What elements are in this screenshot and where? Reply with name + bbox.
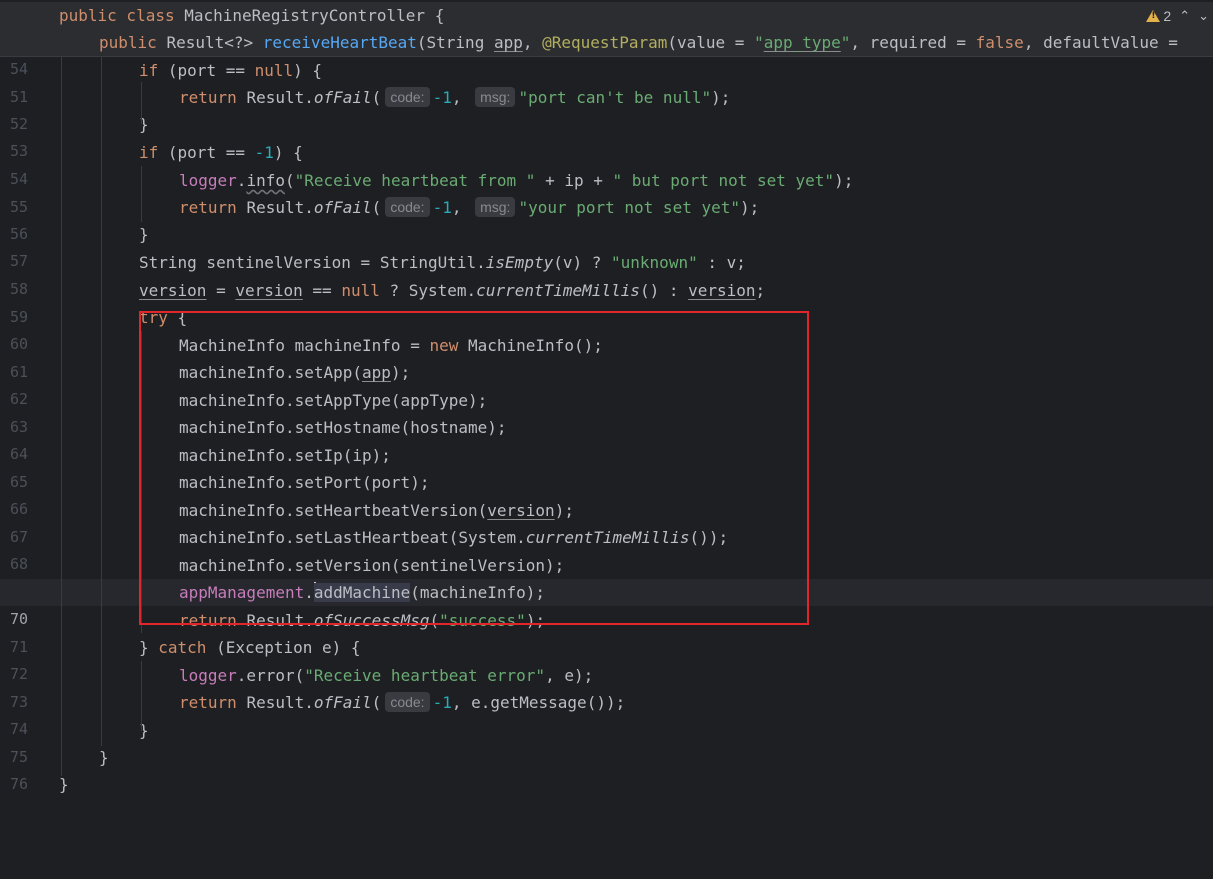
warning-triangle-icon — [1146, 10, 1161, 22]
code-line-row[interactable]: 52 return Result.ofFail(code:-1, msg:"po… — [0, 84, 1213, 133]
code-line: return Result.ofFail(code: -1, msg: "your … — [179, 197, 760, 217]
param-hint: code: — [385, 197, 430, 217]
chevron-up-icon[interactable]: ⌃ — [1179, 8, 1190, 24]
code-editor[interactable]: 2 ⌃ ⌄ 35 public class MachineRegistryCon… — [0, 0, 1213, 794]
code-line-row[interactable]: 75 } — [0, 717, 1213, 766]
warning-indicator[interactable]: 2 — [1146, 8, 1171, 24]
warning-count: 2 — [1163, 8, 1172, 24]
code-line: logger.info("Receive heartbeat from " + … — [179, 171, 854, 190]
code-line-row[interactable]: 58 String sentinelVersion = StringUtil.i… — [0, 249, 1213, 298]
code-line: version = version == null ? System.curre… — [139, 281, 766, 300]
param-hint: code: — [385, 692, 430, 712]
code-line: if (port == -1) { — [139, 143, 303, 162]
code-line: return Result.ofFail(code: -1, msg: "port … — [179, 87, 731, 107]
highlight-annotation-box — [139, 311, 809, 625]
code-line: public class MachineRegistryController { — [59, 6, 445, 25]
chevron-down-icon[interactable]: ⌄ — [1198, 8, 1209, 24]
code-line-row[interactable]: 57 } — [0, 221, 1213, 270]
param-hint: msg: — [475, 87, 516, 107]
code-line-row[interactable]: 51 if (port == null) { — [0, 57, 1213, 106]
code-line-row[interactable]: } — [0, 771, 1213, 798]
code-line: } catch (Exception e) { — [139, 638, 361, 657]
code-line-row[interactable]: 76 } — [0, 744, 1213, 793]
code-line-row[interactable]: 74 return Result.ofFail(code: -1, e.getMe… — [0, 689, 1213, 738]
code-line-row[interactable]: 54 if (port == -1) { — [0, 139, 1213, 188]
param-hint: msg: — [475, 197, 516, 217]
indent-guide — [141, 82, 142, 124]
code-line-row[interactable]: 55 logger.info("Receive heartbeat from "… — [0, 167, 1213, 216]
code-line: logger.error("Receive heartbeat error", … — [179, 666, 594, 685]
code-line-row[interactable]: 73 logger.error("Receive heartbeat error… — [0, 662, 1213, 711]
sticky-line-method-header[interactable]: 54 public Result<?> receiveHeartBeat(Str… — [0, 29, 1213, 78]
code-line: } — [139, 225, 149, 244]
indent-guide — [141, 661, 142, 731]
param-hint: code: — [385, 87, 430, 107]
code-line-row[interactable]: 72 } catch (Exception e) { — [0, 634, 1213, 683]
code-line: return Result.ofFail(code: -1, e.getMessa… — [179, 692, 626, 712]
code-line-row[interactable]: 59 version = version == null ? System.cu… — [0, 277, 1213, 326]
sticky-line-class-header[interactable]: 35 public class MachineRegistryControlle… — [0, 2, 1213, 51]
indent-guide — [141, 166, 142, 222]
code-line-row[interactable]: 56 return Result.ofFail(code: -1, msg: "yo… — [0, 194, 1213, 243]
indent-guide — [61, 56, 62, 776]
code-line: public Result<?> receiveHeartBeat(String… — [99, 33, 1178, 52]
inspection-widget[interactable]: 2 ⌃ ⌄ — [1146, 4, 1213, 28]
line-number: 54 — [9, 60, 28, 78]
code-line: } — [99, 748, 109, 767]
code-line: if (port == null) { — [139, 61, 323, 80]
code-line-row[interactable]: 53 } — [0, 111, 1213, 160]
indent-guide — [101, 56, 102, 746]
code-line: String sentinelVersion = StringUtil.isEm… — [139, 253, 746, 272]
